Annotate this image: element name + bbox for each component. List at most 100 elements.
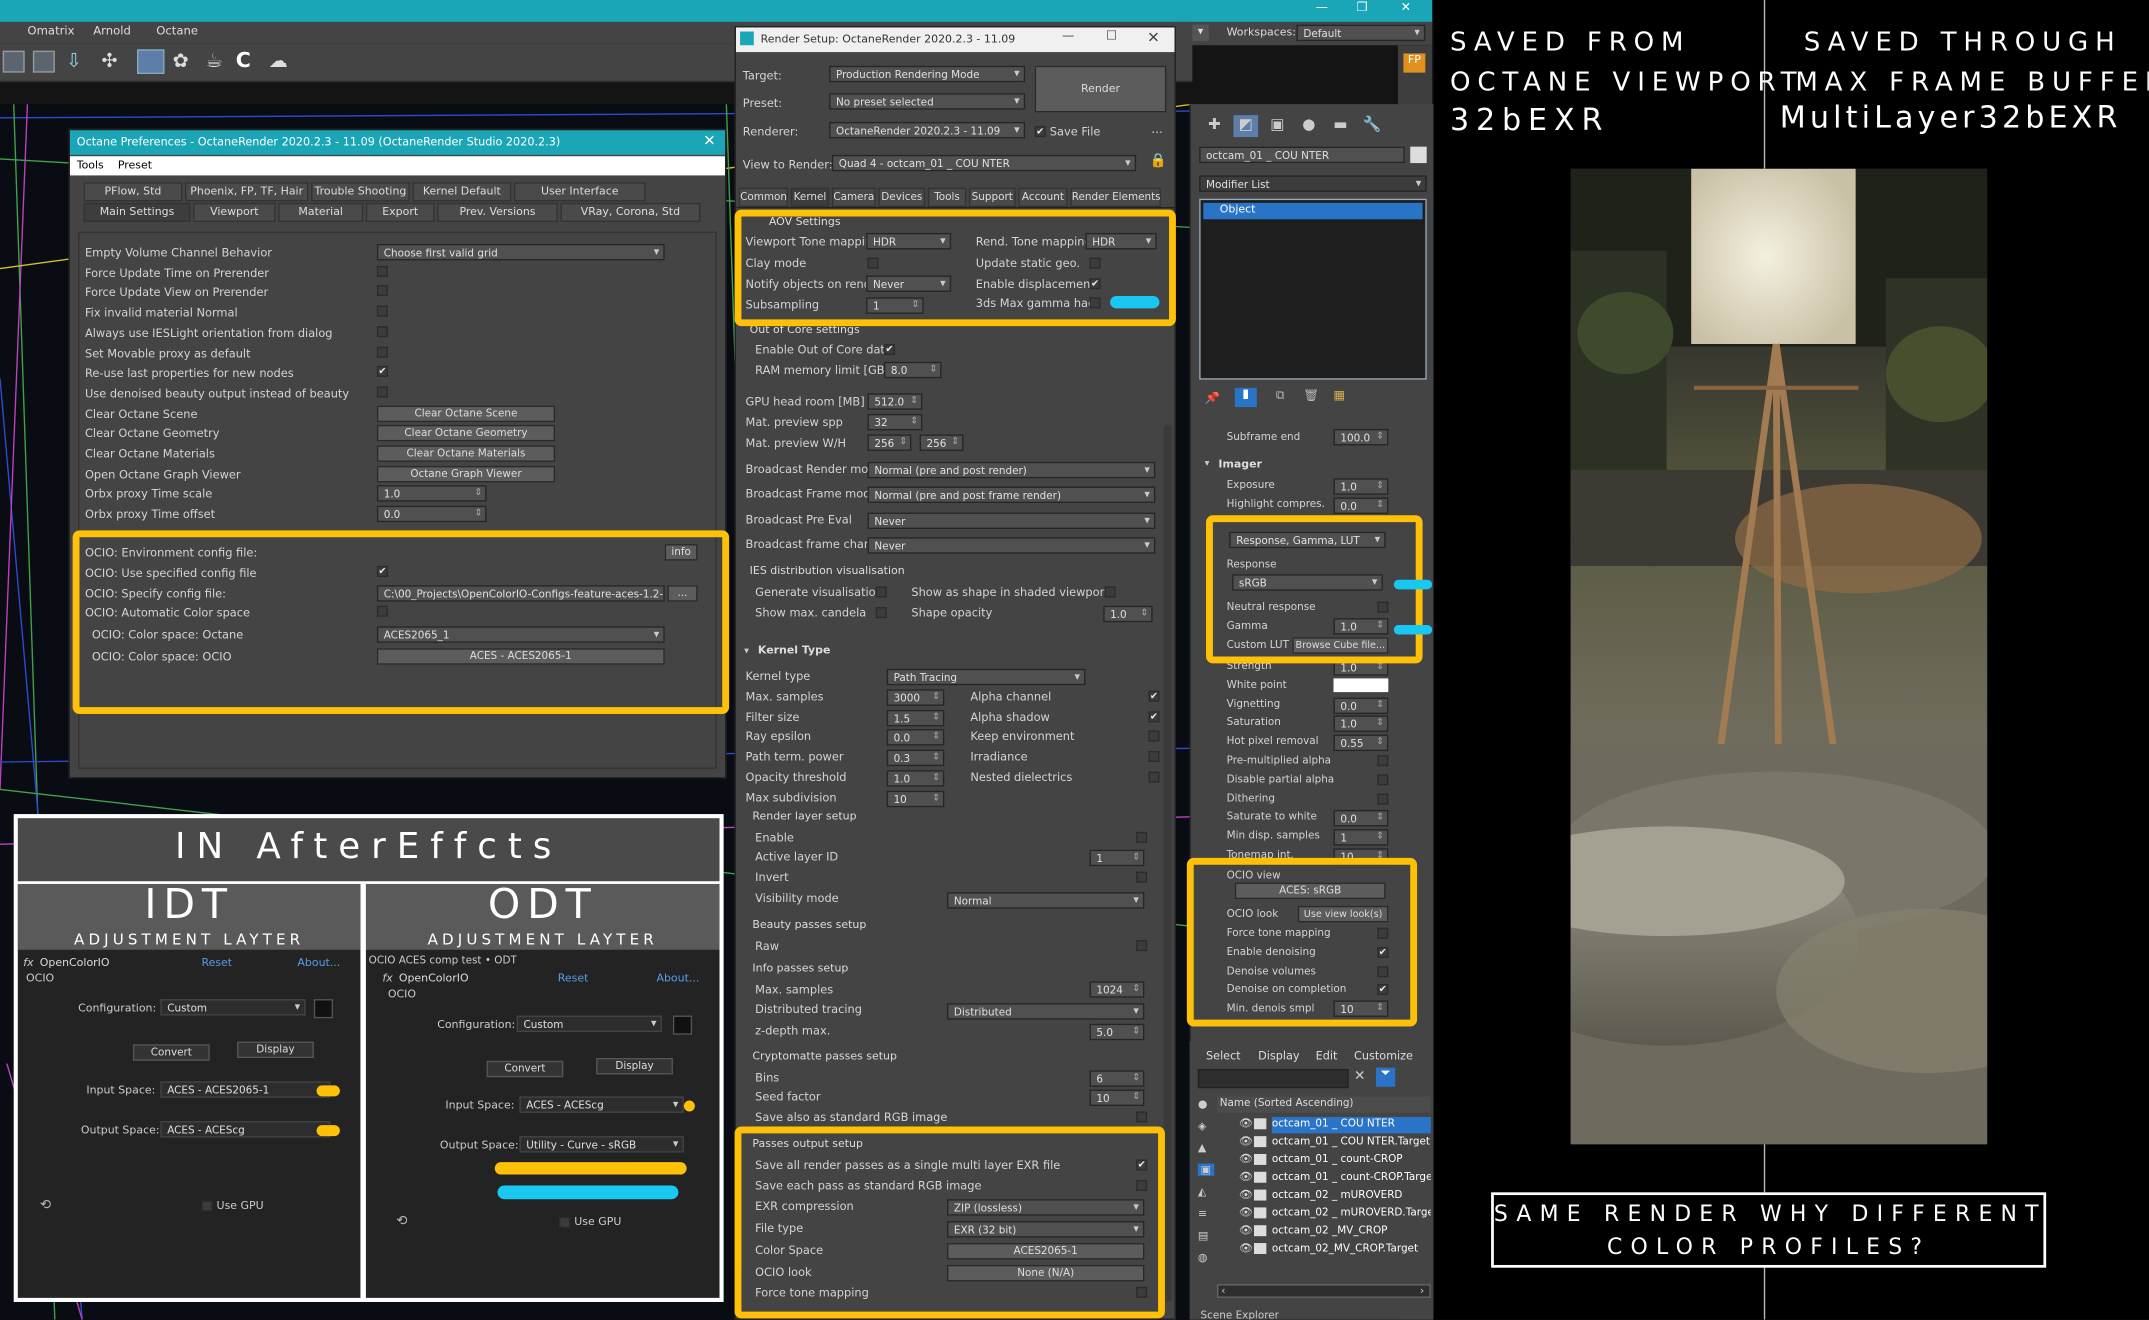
scene-item[interactable]: octcam_01 _ count-CROP: [1272, 1153, 1431, 1169]
scene-item-eye-icon[interactable]: 👁: [1239, 1188, 1253, 1200]
generate-vis-checkbox[interactable]: [875, 586, 887, 598]
scene-item-eye-icon[interactable]: 👁: [1239, 1170, 1253, 1182]
imager-row-field[interactable]: 1.0: [1333, 478, 1389, 495]
toolbar-icon-7[interactable]: ☕: [206, 51, 228, 73]
mat-preview-spp-field[interactable]: 32: [867, 413, 923, 431]
fp-icon[interactable]: FP: [1403, 53, 1426, 73]
modifier-list-select[interactable]: Modifier List: [1199, 175, 1427, 192]
workspaces-select[interactable]: Default: [1296, 24, 1426, 42]
kernel-row-field[interactable]: 0.0: [886, 729, 945, 747]
odt-reset-icon[interactable]: ⟲: [396, 1214, 407, 1229]
scene-item-camera-icon[interactable]: [1254, 1153, 1267, 1165]
prefs-tab2-0[interactable]: Main Settings: [83, 202, 191, 223]
scene-menu-2[interactable]: Edit: [1316, 1048, 1338, 1062]
prefs-tab-0[interactable]: PFlow, Std: [83, 182, 183, 202]
scene-side-icon-5[interactable]: ≡: [1198, 1207, 1207, 1219]
idt-reset-link[interactable]: Reset: [201, 957, 232, 969]
zdepth-field[interactable]: 5.0: [1089, 1023, 1145, 1041]
idt-ocio-group[interactable]: OCIO: [26, 972, 54, 984]
gpu-headroom-field[interactable]: 512.0: [867, 393, 923, 410]
bins-field[interactable]: 6: [1089, 1070, 1145, 1087]
kernel-row-checkbox[interactable]: [1148, 731, 1160, 742]
prefs-row-checkbox[interactable]: [376, 305, 388, 317]
menu-arnold[interactable]: Arnold: [93, 25, 131, 39]
render-tab-0[interactable]: Common: [738, 187, 789, 207]
scene-item[interactable]: octcam_01 _ COU NTER: [1271, 1116, 1431, 1134]
prefs-row-button[interactable]: Octane Graph Viewer: [376, 465, 556, 482]
prefs-row-checkbox[interactable]: ✔: [376, 366, 388, 378]
scene-side-icon-6[interactable]: ▤: [1198, 1229, 1208, 1241]
prefs-tab2-5[interactable]: VRay, Corona, Std: [560, 202, 701, 223]
scene-menu-1[interactable]: Display: [1258, 1048, 1299, 1062]
make-unique-icon[interactable]: ⧉: [1276, 389, 1285, 403]
pin-icon[interactable]: 📌: [1205, 392, 1220, 406]
save-file-checkbox[interactable]: ✔: [1034, 126, 1046, 138]
prefs-menu-preset[interactable]: Preset: [118, 159, 152, 171]
scene-item-camera-icon[interactable]: [1254, 1207, 1267, 1219]
render-tab-3[interactable]: Devices: [878, 187, 926, 207]
odt-reset-link[interactable]: Reset: [558, 972, 589, 984]
toolbar-icon-8[interactable]: C: [236, 48, 258, 73]
scene-hscroll-right-icon[interactable]: ›: [1420, 1284, 1424, 1296]
imager-row2-field[interactable]: 1: [1333, 829, 1389, 846]
scene-item[interactable]: octcam_02 _ mUROVERD: [1272, 1188, 1431, 1204]
raw-checkbox[interactable]: [1136, 940, 1148, 952]
render-tab-2[interactable]: Camera: [831, 187, 876, 207]
scene-item-eye-icon[interactable]: 👁: [1239, 1242, 1253, 1254]
scene-side-icon-2[interactable]: ▲: [1198, 1142, 1206, 1154]
scene-side-icon-0[interactable]: ●: [1198, 1098, 1208, 1110]
scene-hscroll[interactable]: [1217, 1284, 1431, 1298]
minimize-icon[interactable]: —: [1316, 1, 1328, 15]
info-max-field[interactable]: 1024: [1089, 981, 1145, 998]
idt-input-select[interactable]: ACES - ACES2065-1: [160, 1081, 331, 1098]
scene-item-eye-icon[interactable]: 👁: [1239, 1224, 1253, 1236]
mat-preview-w-field[interactable]: 256: [867, 434, 912, 451]
scene-item-eye-icon[interactable]: 👁: [1239, 1153, 1253, 1165]
idt-use-gpu-checkbox[interactable]: [201, 1200, 213, 1212]
scene-menu-3[interactable]: Customize: [1354, 1048, 1413, 1062]
odt-use-gpu-checkbox[interactable]: [559, 1217, 571, 1228]
active-layer-field[interactable]: 1: [1089, 849, 1145, 867]
dist-select[interactable]: Distributed: [947, 1003, 1145, 1020]
toolbar-icon-1[interactable]: [2, 50, 25, 73]
prefs-row-checkbox[interactable]: [376, 386, 388, 398]
prefs-tab2-3[interactable]: Export: [365, 202, 435, 223]
render-button[interactable]: Render: [1034, 65, 1167, 113]
prefs-row-checkbox[interactable]: [376, 285, 388, 297]
render-tab-4[interactable]: Tools: [927, 187, 967, 207]
idt-reset-icon[interactable]: ⟲: [40, 1198, 51, 1213]
idt-display-button[interactable]: Display: [237, 1041, 314, 1059]
kernel-row-field[interactable]: 0.3: [886, 749, 945, 767]
cmd-tab-icon-4[interactable]: ▬: [1328, 115, 1353, 137]
prefs-tab-3[interactable]: Kernel Default: [412, 182, 512, 202]
subframe-end-field[interactable]: 100.0: [1333, 428, 1389, 446]
render-tab-7[interactable]: Render Elements: [1070, 187, 1161, 207]
kernel-type-select[interactable]: Path Tracing: [886, 668, 1086, 686]
render-minimize-icon[interactable]: —: [1062, 30, 1074, 44]
idt-config-select[interactable]: Custom: [160, 999, 306, 1016]
render-restore-icon[interactable]: ☐: [1106, 30, 1117, 44]
kernel-row-checkbox[interactable]: [1148, 751, 1160, 763]
toolbar-icon-9[interactable]: ☁: [269, 51, 291, 73]
scene-item-camera-icon[interactable]: [1254, 1243, 1267, 1255]
prefs-row-checkbox[interactable]: [376, 265, 388, 277]
odt-config-button[interactable]: [672, 1015, 693, 1035]
renderer-select[interactable]: OctaneRender 2020.2.3 - 11.09: [829, 121, 1026, 139]
modifier-stack-item[interactable]: Object: [1203, 202, 1423, 220]
max-candela-checkbox[interactable]: [875, 607, 887, 619]
kernel-row-checkbox[interactable]: ✔: [1148, 710, 1160, 722]
render-tab-1[interactable]: Kernel: [790, 187, 830, 207]
restore-icon[interactable]: ❐: [1357, 1, 1368, 15]
kernel-row-field[interactable]: 1.5: [886, 709, 945, 726]
scene-side-icon-7[interactable]: ◍: [1198, 1251, 1208, 1263]
scene-item[interactable]: octcam_02 _MV_CROP: [1272, 1224, 1431, 1240]
shape-opacity-field[interactable]: 1.0: [1103, 605, 1153, 623]
idt-config-button[interactable]: [313, 999, 334, 1019]
scene-menu-0[interactable]: Select: [1206, 1048, 1241, 1062]
cmd-tab-icon-3[interactable]: ●: [1296, 115, 1321, 137]
preset-select[interactable]: No preset selected: [829, 93, 1026, 110]
cmd-tab-icon-0[interactable]: ✚: [1202, 115, 1227, 137]
idt-about-link[interactable]: About...: [297, 957, 340, 969]
scene-item-camera-icon[interactable]: [1254, 1118, 1267, 1130]
prefs-row-button[interactable]: Clear Octane Scene: [376, 405, 556, 422]
